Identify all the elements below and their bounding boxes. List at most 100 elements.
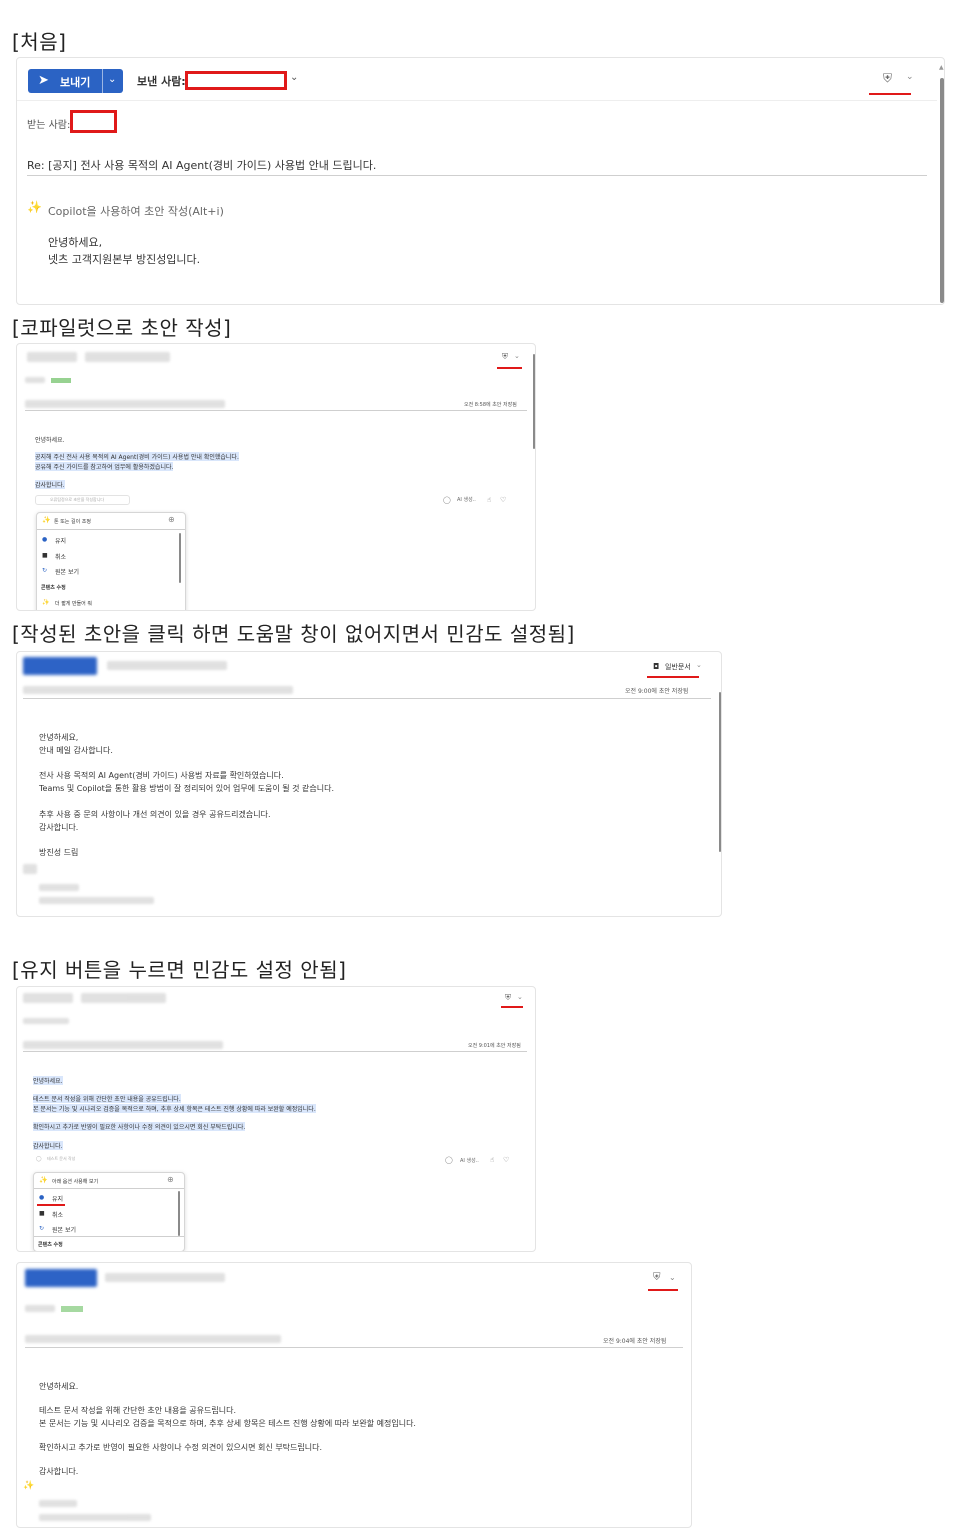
body-line: 안녕하세요. [35, 437, 65, 444]
view-original-button[interactable]: 원본 보기 [55, 567, 79, 576]
prompt-placeholder: 테스트 문서 작성 [47, 1156, 76, 1161]
body-line: 안녕하세요, [48, 236, 103, 249]
body-line: 감사합니다. [33, 1141, 63, 1150]
refresh-icon: ↻ [42, 567, 48, 574]
discard-button[interactable]: 취소 [55, 552, 66, 561]
shorten-option[interactable]: 더 짧게 만들어 줘 [55, 600, 92, 607]
chevron-down-icon[interactable]: ⌄ [517, 993, 523, 1001]
body-line: 안내 메일 감사합니다. [39, 746, 113, 755]
copilot-icon: ✨ [42, 516, 51, 524]
shield-icon[interactable]: ◘ [653, 662, 659, 671]
send-icon: ➤ [38, 73, 49, 88]
body-line: 공유해 주신 가이드를 참고하여 업무에 활용하겠습니다. [35, 462, 174, 471]
send-button[interactable]: ➤ 보내기 ⌄ [28, 69, 123, 93]
body-line: 테스트 문서 작성을 위해 간단한 초안 내용을 공유드립니다. [33, 1094, 181, 1103]
body-line: 공지해 주신 전사 사용 목적의 AI Agent(경비 가이드) 사용법 안내… [35, 452, 239, 461]
caption-copilot-draft: [코파일럿으로 초안 작성] [12, 316, 232, 340]
compose-window-keep: ⛨ ⌄ 오전 9:01에 초안 저장됨 안녕하세요. 테스트 문서 작성을 위해… [16, 986, 536, 1252]
copilot-icon[interactable]: ✨ [27, 200, 42, 214]
body-line: 감사합니다. [35, 480, 65, 489]
check-circle-icon: ● [39, 1194, 45, 1201]
body-line: 넷츠 고객지원본부 방진성입니다. [48, 253, 201, 266]
copilot-prompt[interactable]: 오류탐정으로 초안을 작성합니다 [35, 495, 130, 505]
copilot-icon: ✨ [42, 599, 50, 606]
body-line: 감사합니다. [39, 823, 79, 832]
refresh-icon: ◯ [36, 1156, 42, 1162]
compose-window-labeled: ◘ 일반문서 ⌄ 오전 9:00에 초안 저장됨 안녕하세요, 안내 메일 감사… [16, 651, 722, 917]
chevron-down-icon[interactable]: ⌄ [290, 72, 298, 83]
sensitivity-underline [869, 93, 911, 95]
shield-icon[interactable]: ⛨ [883, 71, 892, 86]
chevron-down-icon[interactable]: ⌄ [108, 74, 116, 85]
body-line: 감사합니다. [39, 1467, 79, 1476]
compose-window-copilot: ⛨ ⌄ 오전 8:58에 초안 저장됨 안녕하세요. 공지해 주신 전사 사용 … [16, 343, 536, 611]
from-redaction [185, 71, 287, 90]
plus-circle-icon[interactable]: ⊕ [168, 515, 175, 524]
discard-button[interactable]: 취소 [52, 1210, 63, 1219]
body-line: 테스트 문서 작성을 위해 간단한 초안 내용을 공유드립니다. [39, 1406, 236, 1415]
copilot-prompt[interactable]: ◯ 테스트 문서 작성 [33, 1155, 113, 1165]
saved-status: 오전 9:01에 초안 저장됨 [468, 1043, 521, 1049]
chevron-down-icon[interactable]: ⌄ [514, 352, 520, 360]
thumbs-up-icon[interactable]: ☝ [490, 1156, 494, 1164]
body-line: 안녕하세요. [33, 1076, 63, 1085]
compose-window-result: ⛨ ⌄ 오전 9:04에 초안 저장됨 안녕하세요. 테스트 문서 작성을 위해… [16, 1262, 692, 1528]
scrollbar[interactable] [940, 78, 944, 303]
trash-icon: ■ [42, 552, 48, 559]
body-line: 확인하시고 추가로 반영이 필요한 사항이나 수정 의견이 있으시면 회신 부탁… [33, 1122, 246, 1131]
ai-label: AI 생성.. [457, 497, 476, 503]
to-label: 받는 사람: [27, 120, 71, 131]
thumbs-down-icon[interactable]: ♡ [500, 496, 506, 504]
copilot-panel: ✨ 아래 옵션 사용해 보기 ⊕ ● 유지 ■ 취소 ↻ 원본 보기 콘텐츠 수… [33, 1172, 185, 1251]
refresh-icon[interactable]: ◯ [443, 496, 451, 504]
shield-icon[interactable]: ⛨ [502, 352, 508, 362]
copilot-hint[interactable]: Copilot을 사용하여 초안 작성(Alt+i) [48, 203, 224, 219]
send-button-label: 보내기 [60, 76, 91, 89]
chevron-down-icon[interactable]: ⌄ [696, 661, 702, 669]
keep-button[interactable]: 유지 [55, 536, 66, 545]
body-line: 추후 사용 중 문의 사항이나 개선 의견이 있을 경우 공유드리겠습니다. [39, 810, 271, 819]
check-circle-icon: ● [42, 536, 48, 543]
copilot-icon: ✨ [39, 1176, 48, 1184]
body-line: 확인하시고 추가로 반영이 필요한 사항이나 수정 의견이 있으시면 회신 부탁… [39, 1443, 323, 1452]
body-line: 본 문서는 기능 및 시나리오 검증을 목적으로 하며, 추후 상세 항목은 테… [39, 1419, 416, 1428]
copilot-icon[interactable]: ✨ [23, 1481, 34, 1491]
body-line: 안녕하세요. [39, 1382, 79, 1391]
subject-text[interactable]: Re: [공지] 전사 사용 목적의 AI Agent(경비 가이드) 사용법 … [27, 157, 376, 173]
thumbs-up-icon[interactable]: ☝ [487, 496, 491, 504]
to-redaction [70, 110, 117, 133]
plus-circle-icon[interactable]: ⊕ [167, 1175, 174, 1184]
body-line: 안녕하세요, [39, 733, 79, 742]
refresh-icon[interactable]: ◯ [445, 1156, 453, 1164]
panel-header[interactable]: 톤 또는 길이 조정 [54, 518, 91, 525]
ai-label: AI 생성.. [460, 1158, 479, 1164]
thumbs-down-icon[interactable]: ♡ [503, 1156, 509, 1164]
saved-status: 오전 8:58에 초안 저장됨 [464, 402, 517, 408]
prompt-placeholder: 오류탐정으로 초안을 작성합니다 [50, 497, 105, 502]
body-line: 전사 사용 목적의 AI Agent(경비 가이드) 사용법 자료를 확인하였습… [39, 771, 284, 780]
shield-icon[interactable]: ⛨ [505, 993, 511, 1003]
trash-icon: ■ [39, 1210, 45, 1217]
saved-status: 오전 9:04에 초안 저장됨 [603, 1338, 667, 1345]
keep-button[interactable]: 유지 [52, 1194, 63, 1203]
refresh-icon: ↻ [39, 1225, 45, 1232]
body-line: 본 문서는 기능 및 시나리오 검증을 목적으로 하며, 추후 상세 항목은 테… [33, 1104, 316, 1113]
from-label: 보낸 사람: [137, 75, 186, 88]
send-button[interactable] [25, 1269, 97, 1287]
compose-window-initial: ➤ 보내기 ⌄ 보낸 사람: ⌄ ⛨ ⌄ 받는 사람: Re: [공지] 전사 … [16, 57, 945, 305]
chevron-down-icon[interactable]: ⌄ [669, 1273, 676, 1282]
caption-click-draft: [작성된 초안을 클릭 하면 도움말 창이 없어지면서 민감도 설정됨] [12, 622, 575, 646]
saved-status: 오전 9:00에 초안 저장됨 [625, 688, 689, 695]
panel-header[interactable]: 아래 옵션 사용해 보기 [52, 1178, 98, 1185]
copilot-panel: ✨ 톤 또는 길이 조정 ⊕ ● 유지 ■ 취소 ↻ 원본 보기 콘텐츠 수정 … [36, 512, 186, 610]
view-original-button[interactable]: 원본 보기 [52, 1225, 76, 1234]
panel-section-label: 콘텐츠 수정 [41, 585, 66, 591]
panel-section-label: 콘텐츠 수정 [38, 1242, 63, 1248]
caption-first: [처음] [12, 30, 67, 54]
body-line: Teams 및 Copilot을 통한 활용 방법이 잘 정리되어 있어 업무에… [39, 784, 335, 793]
signature: 방진성 드림 [39, 848, 79, 857]
send-button[interactable] [23, 657, 97, 675]
shield-icon[interactable]: ⛨ [653, 1272, 661, 1283]
sensitivity-label[interactable]: 일반문서 [665, 662, 691, 672]
chevron-down-icon[interactable]: ⌄ [906, 72, 914, 82]
